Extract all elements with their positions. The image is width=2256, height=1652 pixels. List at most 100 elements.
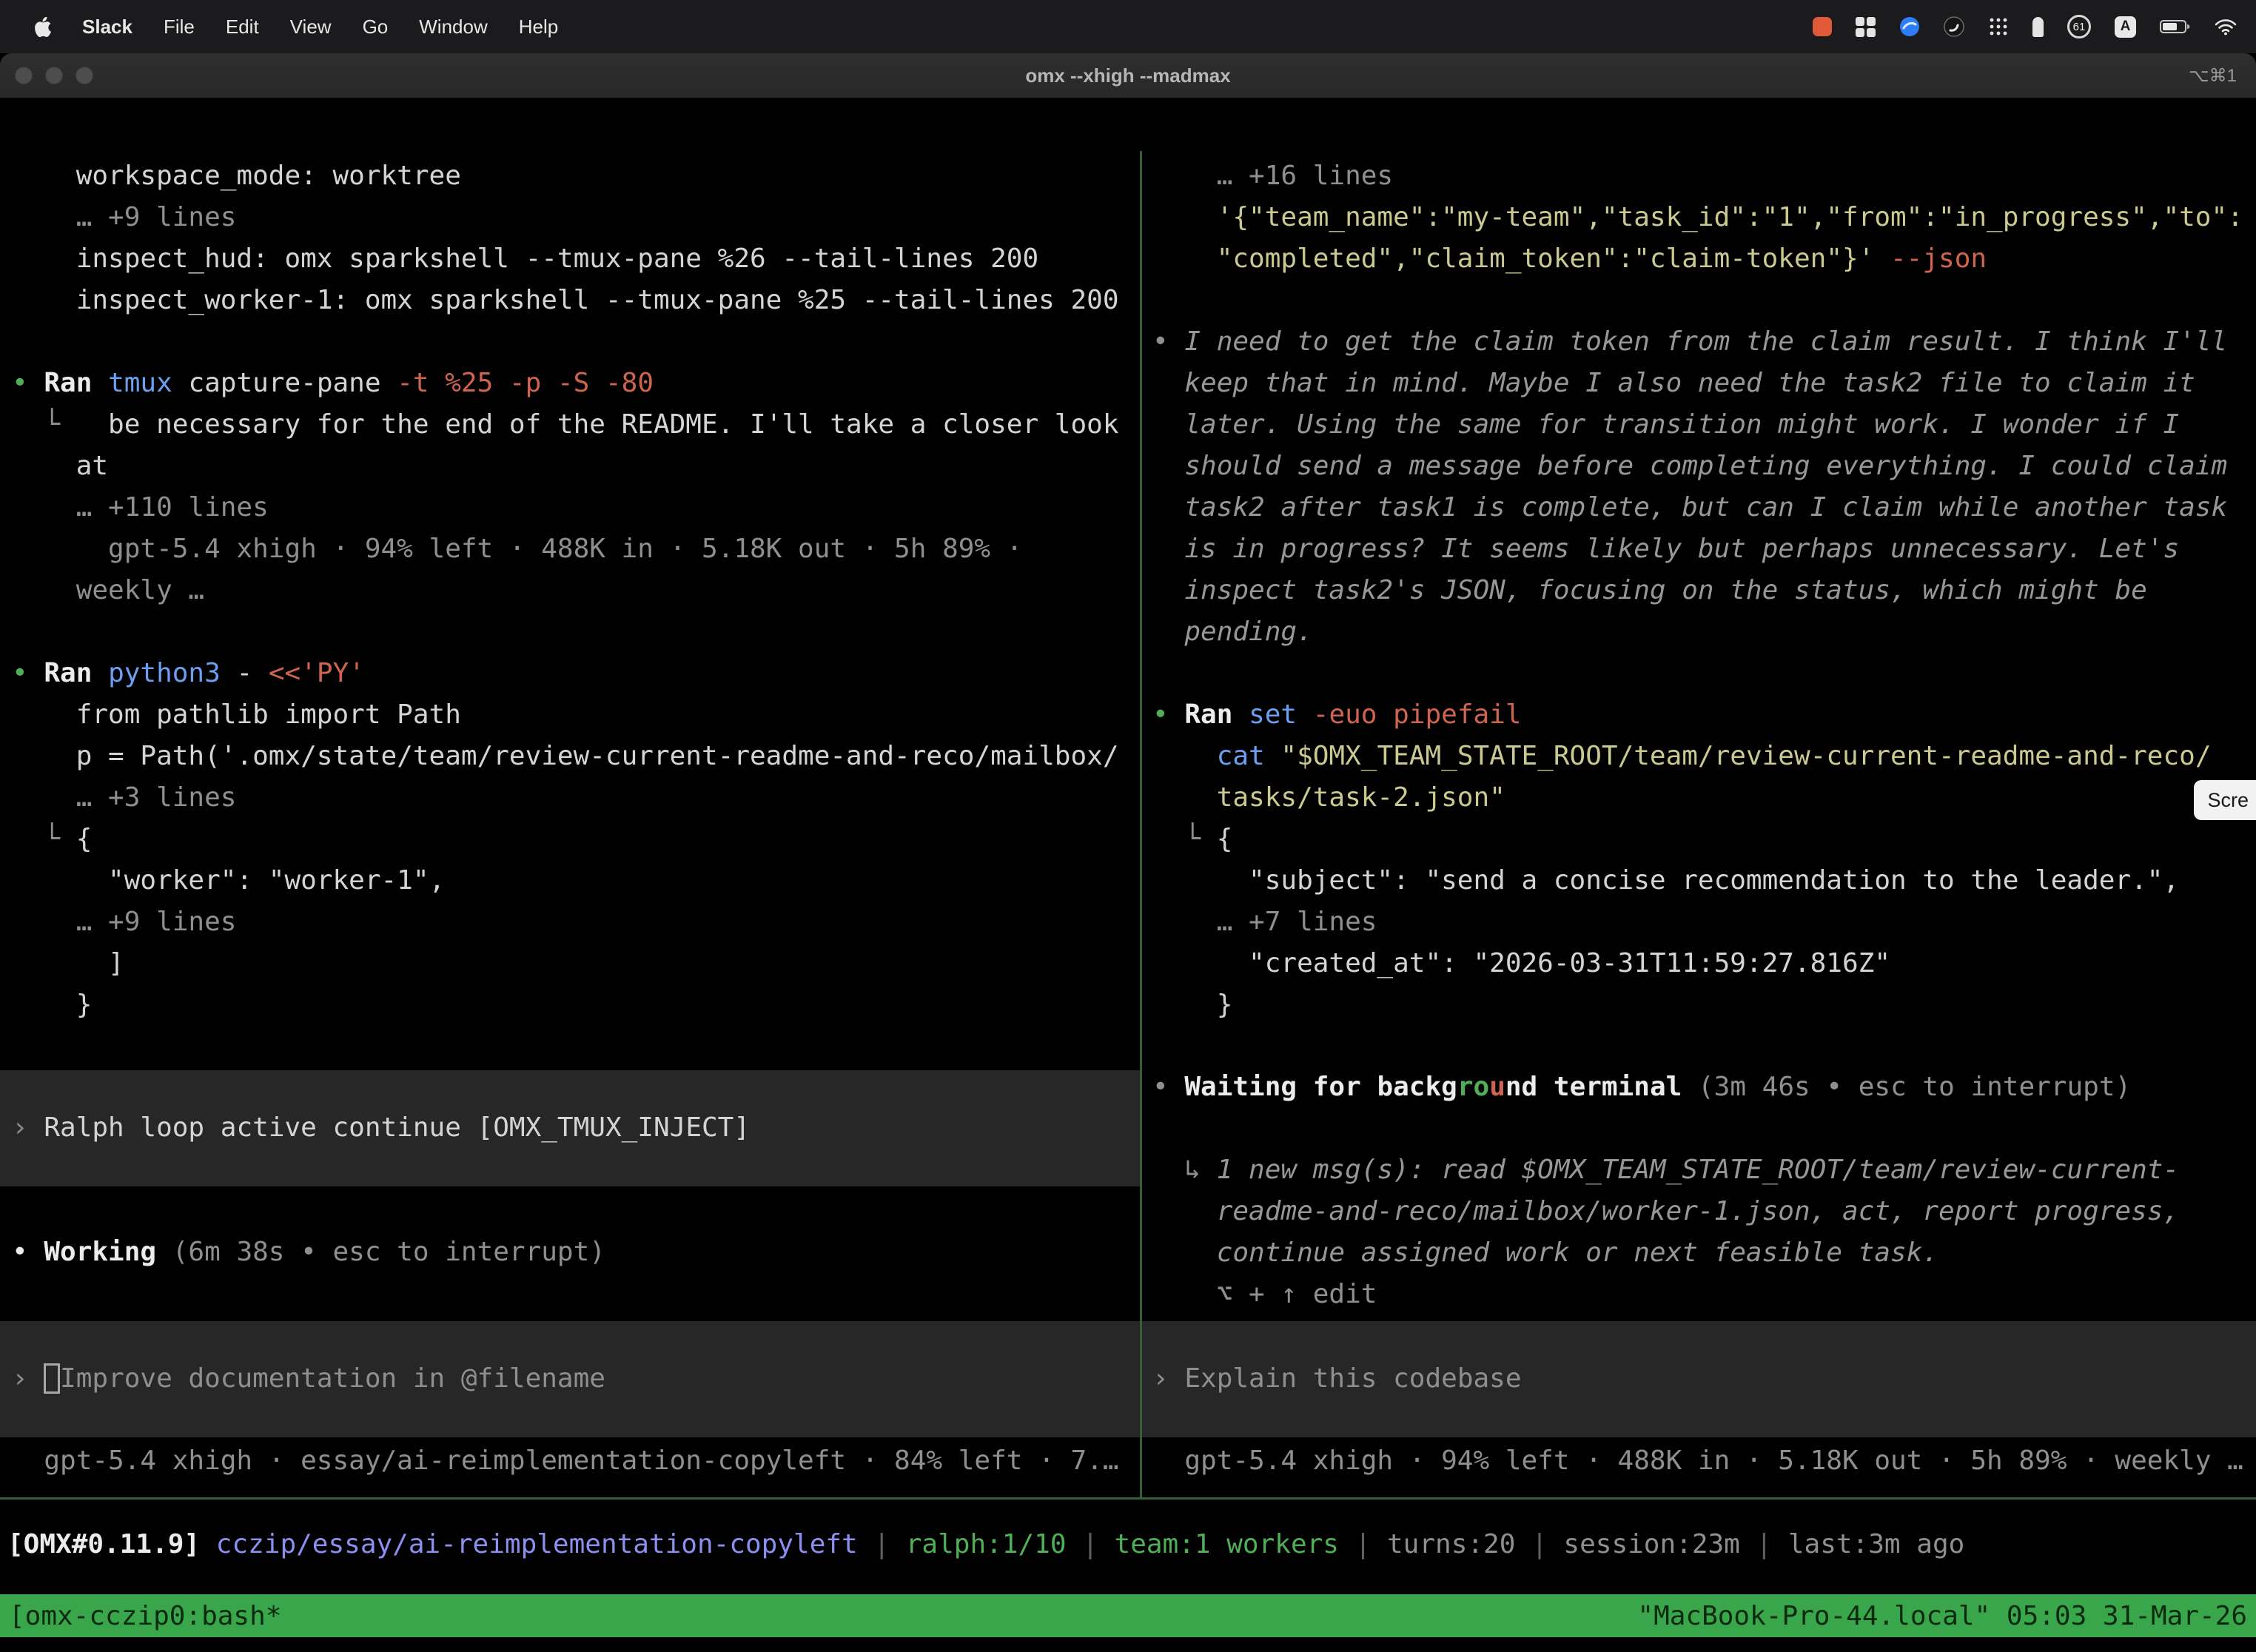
terminal-line: • I need to get the claim token from the… [1152,321,2256,363]
window-shortcut-badge: ⌥⌘1 [2189,65,2237,87]
text-segment [44,1363,60,1394]
text-segment: (6m 38s • esc to interrupt) [172,1237,605,1267]
input-source-icon[interactable]: A [2115,16,2136,38]
text-segment: task2 after task1 is complete, but can I… [1152,492,2227,523]
pane-divider-horizontal [0,1497,2256,1500]
tmux-session-name: [omx-cczip0:bash* [9,1601,281,1631]
text-segment: (3m 46s • esc to interrupt) [1698,1072,2131,1102]
terminal-line: … +110 lines [12,487,1140,528]
text-segment: tmux [108,368,172,398]
screen-sharing-overlay-button[interactable]: Scre [2194,780,2256,820]
terminal-line: • Waiting for background terminal (3m 46… [1152,1067,2256,1108]
text-segment: › [12,1363,44,1394]
text-segment: inspect task2's JSON, focusing on the st… [1152,575,2147,605]
screen-recording-icon[interactable] [1813,17,1832,36]
text-segment: › [1152,1363,1184,1394]
blue-orb-icon[interactable] [1899,16,1920,37]
text-segment: set [1249,699,1297,730]
terminal-line: [OMX#0.11.9] cczip/essay/ai-reimplementa… [7,1524,2256,1565]
text-segment: p = Path('.omx/state/team/review-current… [12,741,1119,771]
text-segment: should send a message before completing … [1152,451,2227,481]
text-segment: '{"team_name":"my-team","task_id":"1","f… [1152,202,2243,232]
text-segment: └ [12,824,76,854]
text-segment: cat [1217,741,1281,771]
traffic-lights [15,67,93,84]
minimize-button[interactable] [45,67,63,84]
terminal-line: ⌥ + ↑ edit [1152,1274,2256,1315]
right-scrollback: … +16 lines '{"team_name":"my-team","tas… [1142,155,2256,1026]
close-button[interactable] [15,67,33,84]
left-statusline: gpt-5.4 xhigh · essay/ai-reimplementatio… [0,1440,1140,1482]
terminal-line [1152,280,2256,321]
text-segment: … +9 lines [12,907,236,937]
left-working-status: • Working (6m 38s • esc to interrupt) [0,1232,1140,1273]
menu-help[interactable]: Help [503,0,574,53]
text-segment: | [1339,1529,1387,1559]
menu-window[interactable]: Window [403,0,503,53]
text-segment: ↳ [1152,1155,1217,1185]
terminal-line: "created_at": "2026-03-31T11:59:27.816Z" [1152,943,2256,984]
text-segment: ] [12,948,124,978]
terminal-line: continue assigned work or next feasible … [1152,1232,2256,1274]
terminal-line: › Explain this codebase [1152,1358,2256,1400]
window-grid-icon[interactable] [1856,17,1876,37]
wifi-icon[interactable] [2215,18,2237,36]
menu-go[interactable]: Go [347,0,404,53]
zoom-button[interactable] [75,67,93,84]
menu-view[interactable]: View [275,0,347,53]
menu-edit[interactable]: Edit [210,0,275,53]
text-segment: • [12,368,44,398]
terminal-line: ↳ 1 new msg(s): read $OMX_TEAM_STATE_ROO… [1152,1149,2256,1191]
terminal-line: └ { [1152,819,2256,860]
right-mailbox-note: ↳ 1 new msg(s): read $OMX_TEAM_STATE_ROO… [1142,1149,2256,1315]
left-prompt-input[interactable]: › Improve documentation in @filename [0,1321,1140,1437]
text-segment: … +7 lines [1152,907,1377,937]
dark-circle-icon[interactable] [1944,16,1964,37]
text-segment: python3 [108,658,221,688]
terminal-content: workspace_mode: worktree … +9 lines insp… [0,151,2256,1652]
text-segment: Explain this codebase [1184,1363,1521,1394]
terminal-line: "subject": "send a concise recommendatio… [1152,860,2256,901]
terminal-line: should send a message before completing … [1152,446,2256,487]
menu-app-name[interactable]: Slack [67,0,148,53]
terminal-line: └ be necessary for the end of the README… [12,404,1140,446]
left-pane[interactable]: workspace_mode: worktree … +9 lines insp… [0,151,1140,1497]
text-segment: … +3 lines [12,782,236,813]
terminal-line: } [1152,984,2256,1026]
text-segment: └ [1152,824,1217,854]
terminal-line: p = Path('.omx/state/team/review-current… [12,736,1140,777]
terminal-line: tasks/task-2.json" [1152,777,2256,819]
ghost-icon[interactable] [2032,17,2044,37]
text-segment: "completed","claim_token":"claim-token"}… [1152,244,1874,274]
text-segment: • [1152,699,1184,730]
text-segment: gpt-5.4 xhigh · 94% left · 488K in · 5.1… [12,534,1022,564]
text-segment: 1 new msg(s): read $OMX_TEAM_STATE_ROOT/… [1217,1155,2179,1185]
battery-icon[interactable] [2160,19,2191,35]
right-prompt-input[interactable]: › Explain this codebase [1142,1321,2256,1437]
text-segment: inspect_worker-1: omx sparkshell --tmux-… [12,285,1119,315]
text-segment: • [1152,326,1184,357]
text-segment: • [12,658,44,688]
text-segment: weekly … [12,575,204,605]
apple-menu[interactable] [19,0,67,53]
text-segment: } [12,990,92,1020]
tmux-status-bar: [omx-cczip0:bash* "MacBook-Pro-44.local"… [0,1594,2256,1637]
terminal-line: … +3 lines [12,777,1140,819]
text-segment: | [858,1529,906,1559]
terminal-line: gpt-5.4 xhigh · 94% left · 488K in · 5.1… [12,528,1140,570]
right-pane[interactable]: … +16 lines '{"team_name":"my-team","tas… [1142,151,2256,1497]
menu-file[interactable]: File [148,0,210,53]
text-segment: later. Using the same for transition mig… [1152,409,2179,440]
window-titlebar[interactable]: omx --xhigh --madmax ⌥⌘1 [0,53,2256,98]
text-segment: session:23m [1563,1529,1739,1559]
terminal-line: • Ran python3 - <<'PY' [12,653,1140,694]
percent-ring-icon[interactable]: 61 [2067,15,2091,38]
window-title: omx --xhigh --madmax [1025,64,1230,87]
text-segment: Ran [44,658,108,688]
text-segment: • [12,1237,44,1267]
text-segment: Waiting for backg [1184,1072,1457,1102]
apple-logo-icon [35,17,51,37]
terminal-line: • Ran set -euo pipefail [1152,694,2256,736]
text-segment: "created_at": "2026-03-31T11:59:27.816Z" [1152,948,1890,978]
dots-grid-icon[interactable] [1988,16,2009,37]
